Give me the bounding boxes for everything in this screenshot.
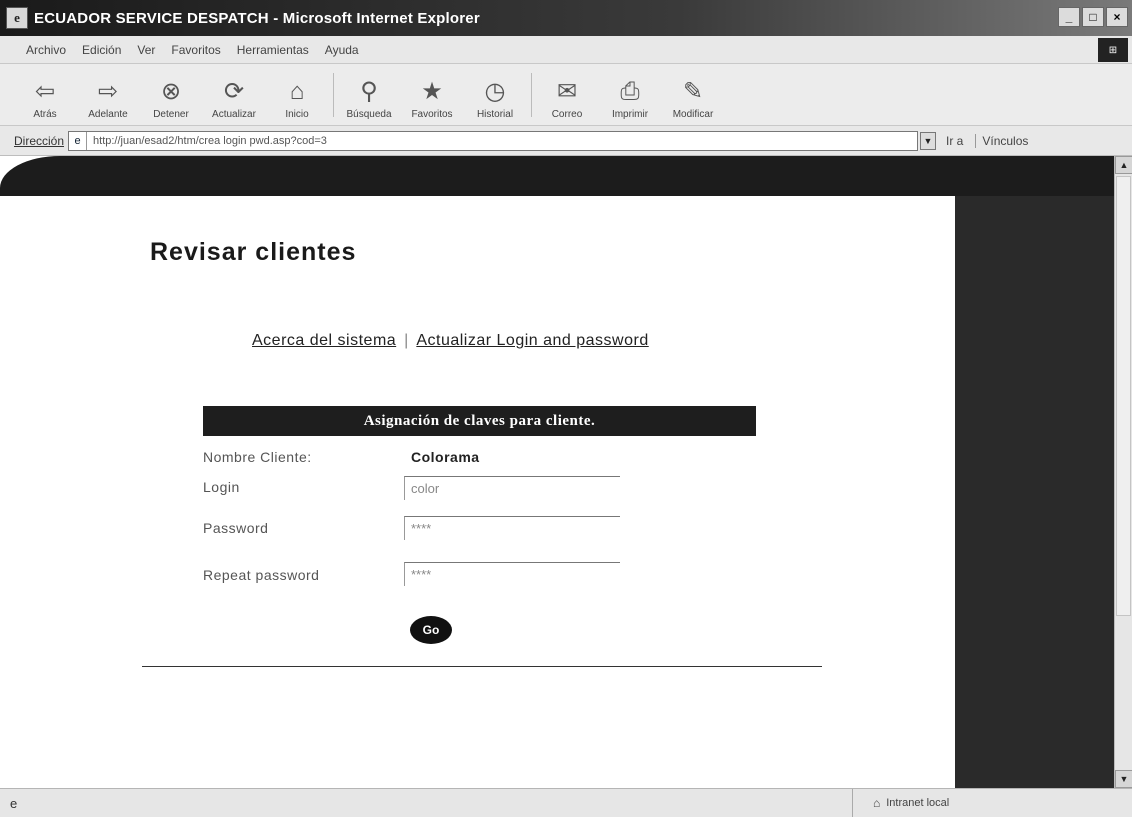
stop-button[interactable]: ⊗ Detener: [144, 77, 198, 125]
repeat-password-field[interactable]: ****: [404, 562, 620, 586]
back-label: Atrás: [33, 109, 57, 120]
home-icon: ⌂: [289, 78, 305, 105]
history-button[interactable]: ◷ Historial: [468, 77, 522, 125]
refresh-button[interactable]: ⟳ Actualizar: [207, 77, 261, 125]
window-title: ECUADOR SERVICE DESPATCH - Microsoft Int…: [34, 9, 480, 27]
menu-archivo[interactable]: Archivo: [26, 43, 66, 57]
scroll-thumb[interactable]: [1116, 176, 1131, 616]
address-bar: Dirección e http://juan/esad2/htm/crea l…: [0, 126, 1132, 156]
password-field[interactable]: ****: [404, 516, 620, 540]
favorites-button[interactable]: ★ Favoritos: [405, 77, 459, 125]
password-label: Password: [203, 520, 269, 536]
login-field[interactable]: color: [404, 476, 620, 500]
back-arrow-icon: ⇦: [34, 78, 56, 105]
repeat-password-label: Repeat password: [203, 567, 320, 583]
scroll-up-icon[interactable]: ▲: [1115, 156, 1132, 174]
go-button[interactable]: Ir a: [946, 134, 963, 148]
stop-icon: ⊗: [160, 78, 182, 105]
link-separator: |: [404, 332, 409, 349]
history-icon: ◷: [484, 78, 506, 105]
forward-arrow-icon: ⇨: [97, 78, 119, 105]
login-label: Login: [203, 479, 240, 495]
search-icon: ⚲: [360, 78, 378, 105]
scroll-down-icon[interactable]: ▼: [1115, 770, 1132, 788]
minimize-button[interactable]: _: [1058, 7, 1080, 27]
vertical-scrollbar[interactable]: ▲ ▼: [1114, 156, 1132, 788]
page-viewport: Revisar clientes Acerca del sistema | Ac…: [0, 156, 1132, 788]
mail-label: Correo: [551, 109, 583, 120]
address-input[interactable]: e http://juan/esad2/htm/crea login pwd.a…: [68, 130, 919, 151]
stop-label: Detener: [153, 109, 189, 120]
edit-icon: ✎: [682, 78, 704, 105]
refresh-label: Actualizar: [212, 109, 256, 120]
favorites-label: Favoritos: [411, 109, 453, 120]
ie-page-icon: e: [6, 7, 28, 29]
print-label: Imprimir: [611, 109, 649, 120]
menu-ayuda[interactable]: Ayuda: [325, 43, 359, 57]
links-button[interactable]: Vínculos: [975, 133, 1028, 148]
mail-button[interactable]: ✉ Correo: [540, 77, 594, 125]
chevron-down-icon[interactable]: ▼: [920, 131, 937, 150]
menu-bar: Archivo Edición Ver Favoritos Herramient…: [0, 36, 1132, 64]
forward-button[interactable]: ⇨ Adelante: [81, 77, 135, 125]
page-title: Revisar clientes: [150, 238, 357, 266]
forward-label: Adelante: [88, 109, 128, 120]
submit-button[interactable]: Go: [410, 616, 452, 644]
refresh-icon: ⟳: [223, 78, 245, 105]
right-side-panel: [955, 196, 1114, 788]
ie-page-icon: e: [10, 795, 18, 811]
history-label: Historial: [476, 109, 514, 120]
address-url: http://juan/esad2/htm/crea login pwd.asp…: [93, 134, 327, 147]
client-name-value: Colorama: [411, 449, 480, 465]
windows-logo-icon: ⊞: [1098, 38, 1128, 62]
search-label: Búsqueda: [346, 109, 392, 120]
menu-favoritos[interactable]: Favoritos: [171, 43, 220, 57]
form-header: Asignación de claves para cliente.: [203, 406, 756, 436]
print-icon: ⎙: [620, 78, 640, 105]
window-controls: _ □ ×: [1058, 7, 1128, 27]
nav-links: Acerca del sistema | Actualizar Login an…: [252, 332, 649, 350]
page-banner: [0, 156, 1114, 196]
favorites-icon: ★: [421, 78, 443, 105]
menu-edicion[interactable]: Edición: [82, 43, 121, 57]
home-button[interactable]: ⌂ Inicio: [270, 77, 324, 125]
menu-herramientas[interactable]: Herramientas: [237, 43, 309, 57]
edit-label: Modificar: [672, 109, 714, 120]
search-button[interactable]: ⚲ Búsqueda: [342, 77, 396, 125]
zone-label: Intranet local: [886, 797, 950, 809]
toolbar: ⇦ Atrás ⇨ Adelante ⊗ Detener ⟳ Actualiza…: [0, 64, 1132, 126]
title-bar: e ECUADOR SERVICE DESPATCH - Microsoft I…: [0, 0, 1132, 36]
maximize-button[interactable]: □: [1082, 7, 1104, 27]
close-button[interactable]: ×: [1106, 7, 1128, 27]
client-name-label: Nombre Cliente:: [203, 449, 312, 465]
about-system-link[interactable]: Acerca del sistema: [252, 332, 396, 350]
update-login-link[interactable]: Actualizar Login and password: [416, 332, 648, 350]
edit-button[interactable]: ✎ Modificar: [666, 77, 720, 125]
toolbar-separator: [531, 73, 532, 117]
status-bar: e ⌂ Intranet local: [0, 788, 1132, 817]
menu-ver[interactable]: Ver: [137, 43, 155, 57]
intranet-icon: ⌂: [873, 796, 881, 810]
toolbar-separator: [333, 73, 334, 117]
print-button[interactable]: ⎙ Imprimir: [603, 77, 657, 125]
home-label: Inicio: [285, 109, 309, 120]
mail-icon: ✉: [556, 78, 578, 105]
security-zone: ⌂ Intranet local: [852, 789, 1132, 817]
ie-page-icon: e: [69, 131, 88, 150]
divider: [142, 666, 822, 667]
address-label: Dirección: [14, 133, 65, 148]
back-button[interactable]: ⇦ Atrás: [18, 77, 72, 125]
